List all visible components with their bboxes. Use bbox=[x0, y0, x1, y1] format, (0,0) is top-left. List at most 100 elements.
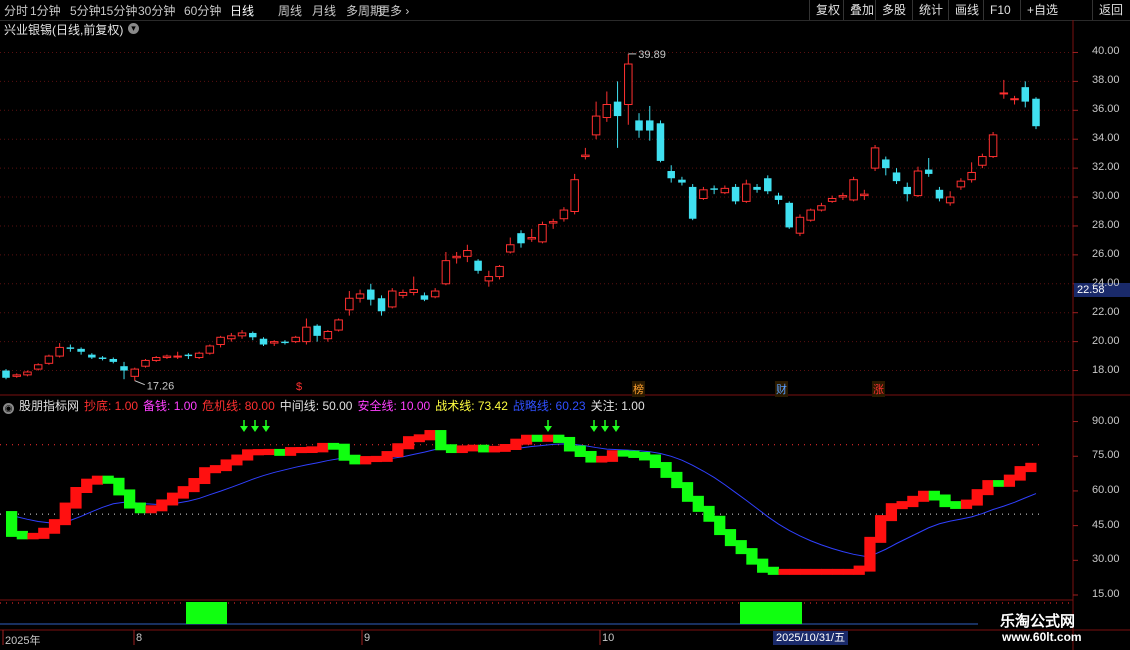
candle bbox=[688, 184, 697, 221]
date-label: 9 bbox=[364, 632, 371, 644]
indicator-menu-icon[interactable]: ◉ bbox=[3, 403, 14, 414]
candle bbox=[731, 184, 740, 205]
tactic-segment bbox=[284, 447, 297, 456]
candle bbox=[956, 178, 966, 190]
tactic-segment bbox=[381, 451, 393, 462]
candle bbox=[2, 369, 10, 380]
tactic-segment bbox=[875, 515, 887, 543]
candle bbox=[151, 356, 161, 362]
candle bbox=[420, 292, 429, 302]
tactic-segment bbox=[1003, 474, 1016, 487]
tactic-segment bbox=[59, 502, 71, 526]
event-marker[interactable]: 涨 bbox=[872, 381, 885, 397]
tactic-segment bbox=[242, 449, 254, 461]
tactic-segment bbox=[724, 529, 737, 547]
price-axis-label: 26.00 bbox=[1092, 247, 1120, 260]
tactic-segment bbox=[703, 505, 715, 522]
candle bbox=[591, 101, 601, 140]
tactic-segment bbox=[156, 499, 168, 512]
tactic-segment bbox=[778, 568, 790, 575]
tactic-segment bbox=[821, 568, 833, 575]
candle bbox=[23, 370, 32, 377]
candle bbox=[33, 363, 43, 371]
tactic-segment bbox=[971, 489, 983, 506]
tactic-segment bbox=[338, 443, 350, 461]
tactic-segment bbox=[660, 462, 672, 478]
indicator-axis-label: 75.00 bbox=[1092, 449, 1120, 462]
tactic-segment bbox=[671, 471, 683, 489]
tactic-segment bbox=[789, 568, 801, 575]
tactic-segment bbox=[209, 465, 222, 474]
candle bbox=[538, 221, 547, 244]
candle bbox=[205, 344, 215, 355]
candle bbox=[645, 105, 654, 141]
tactic-segment bbox=[832, 568, 844, 575]
tactic-segment bbox=[38, 527, 50, 539]
tactic-segment bbox=[510, 438, 522, 450]
indicator-param: 安全线: 10.00 bbox=[357, 399, 431, 413]
tactic-segment bbox=[714, 515, 726, 536]
candle bbox=[795, 214, 805, 237]
indicator-param: 危机线: 80.00 bbox=[202, 399, 275, 413]
tactic-segment bbox=[993, 480, 1005, 487]
tactic-segment bbox=[274, 448, 286, 456]
candle bbox=[120, 361, 128, 380]
tactic-segment bbox=[767, 566, 779, 575]
tactic-segment bbox=[907, 495, 919, 508]
tactic-segment bbox=[360, 456, 372, 465]
price-axis-label: 36.00 bbox=[1092, 103, 1120, 116]
tactic-segment bbox=[585, 450, 597, 463]
tactic-segment bbox=[467, 444, 479, 452]
tactic-segment bbox=[445, 444, 458, 454]
candle bbox=[785, 201, 793, 229]
event-marker[interactable]: 榜 bbox=[632, 381, 645, 397]
candle bbox=[387, 288, 397, 309]
candle bbox=[259, 337, 268, 346]
tactic-segment bbox=[295, 447, 307, 454]
candle bbox=[913, 166, 923, 198]
candle bbox=[162, 354, 172, 359]
candle bbox=[699, 186, 708, 200]
candle bbox=[409, 276, 418, 296]
candle bbox=[141, 358, 150, 368]
watermark-name: 乐淘公式网 bbox=[1000, 613, 1076, 630]
price-axis-label: 24.00 bbox=[1092, 276, 1120, 289]
candle bbox=[656, 120, 665, 163]
price-axis-label: 28.00 bbox=[1092, 218, 1120, 231]
tactic-segment bbox=[188, 478, 200, 493]
tactic-segment bbox=[48, 519, 61, 534]
indicator-param: 战术线: 73.42 bbox=[435, 399, 508, 413]
tactic-segment bbox=[91, 475, 104, 485]
candle bbox=[55, 343, 64, 358]
indicator-param: 关注: 1.00 bbox=[590, 399, 645, 413]
candle bbox=[624, 53, 633, 125]
tactic-segment bbox=[220, 459, 232, 472]
candle bbox=[237, 330, 247, 339]
candle bbox=[1010, 95, 1019, 105]
event-marker[interactable]: $ bbox=[296, 381, 302, 393]
candle bbox=[323, 330, 333, 342]
candle bbox=[398, 289, 408, 299]
candle bbox=[978, 153, 987, 169]
tactic-segment bbox=[617, 450, 629, 457]
tactic-segment bbox=[124, 489, 136, 509]
event-marker[interactable]: 财 bbox=[775, 381, 788, 397]
candle bbox=[44, 354, 54, 365]
candle bbox=[581, 147, 590, 160]
candle bbox=[710, 185, 718, 195]
tactic-segment bbox=[799, 568, 812, 575]
candle bbox=[88, 353, 96, 359]
candle bbox=[355, 289, 365, 303]
signal-arrow bbox=[240, 420, 248, 432]
kline-chart[interactable]: 39.89 17.26 bbox=[0, 0, 1130, 650]
indicator-param: 战略线: 60.23 bbox=[512, 399, 586, 413]
candle bbox=[635, 113, 643, 138]
tactic-segment bbox=[402, 436, 415, 450]
candle bbox=[774, 192, 783, 205]
tactic-segment bbox=[499, 443, 511, 452]
indicator-axis-label: 30.00 bbox=[1092, 553, 1120, 566]
candle bbox=[870, 144, 880, 172]
candle bbox=[559, 207, 569, 222]
signal-arrow bbox=[590, 420, 598, 432]
tactic-segment bbox=[134, 502, 146, 514]
